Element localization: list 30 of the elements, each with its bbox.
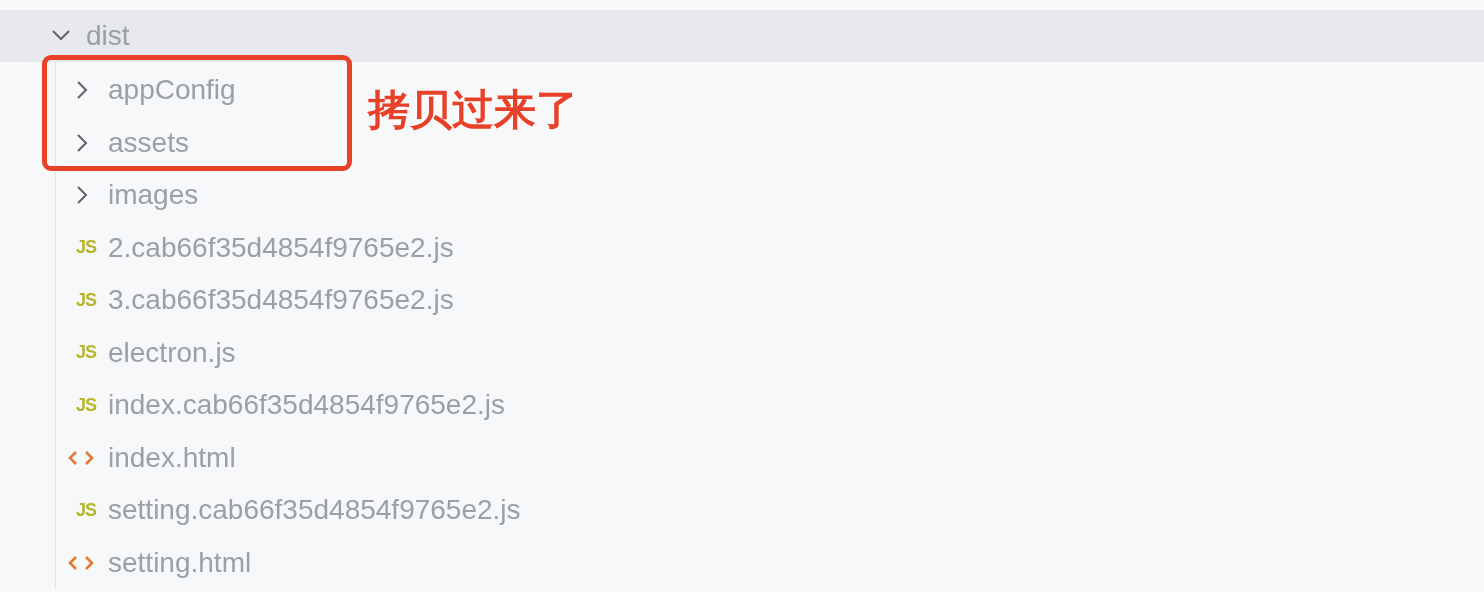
file-row[interactable]: setting.html (56, 536, 341, 589)
file-row[interactable]: JS 3.cab66f35d4854f9765e2.js (56, 274, 454, 327)
file-name: setting.cab66f35d4854f9765e2.js (108, 493, 521, 528)
file-name: setting.html (108, 545, 252, 580)
folder-row[interactable]: dist (0, 10, 1484, 62)
file-name: 2.cab66f35d4854f9765e2.js (108, 230, 454, 265)
folder-name: images (108, 178, 199, 213)
file-name: electron.js (108, 335, 236, 370)
file-name: index.cab66f35d4854f9765e2.js (108, 388, 505, 423)
js-file-icon: JS (75, 286, 96, 314)
code-brackets-icon (68, 448, 94, 467)
file-row[interactable]: JS setting.cab66f35d4854f9765e2.js (56, 484, 521, 537)
annotation-text: 拷贝过来了 (368, 84, 578, 136)
folder-row[interactable]: appConfig (56, 64, 341, 117)
file-name: 3.cab66f35d4854f9765e2.js (108, 283, 454, 318)
file-row[interactable]: JS index.cab66f35d4854f9765e2.js (56, 379, 505, 432)
file-row[interactable]: JS 2.cab66f35d4854f9765e2.js (56, 221, 454, 274)
js-file-icon: JS (75, 339, 96, 367)
js-file-icon: JS (75, 391, 96, 419)
file-row[interactable]: JS electron.js (56, 326, 341, 379)
file-row[interactable]: index.html (56, 431, 341, 484)
folder-name: assets (108, 125, 189, 160)
folder-name: dist (86, 19, 130, 53)
js-file-icon: JS (75, 234, 96, 262)
folder-name: appConfig (108, 73, 236, 108)
folder-row[interactable]: images (56, 169, 341, 222)
code-brackets-icon (68, 553, 94, 572)
js-file-icon: JS (75, 496, 96, 524)
file-name: index.html (108, 440, 236, 475)
folder-row[interactable]: assets (56, 116, 341, 169)
